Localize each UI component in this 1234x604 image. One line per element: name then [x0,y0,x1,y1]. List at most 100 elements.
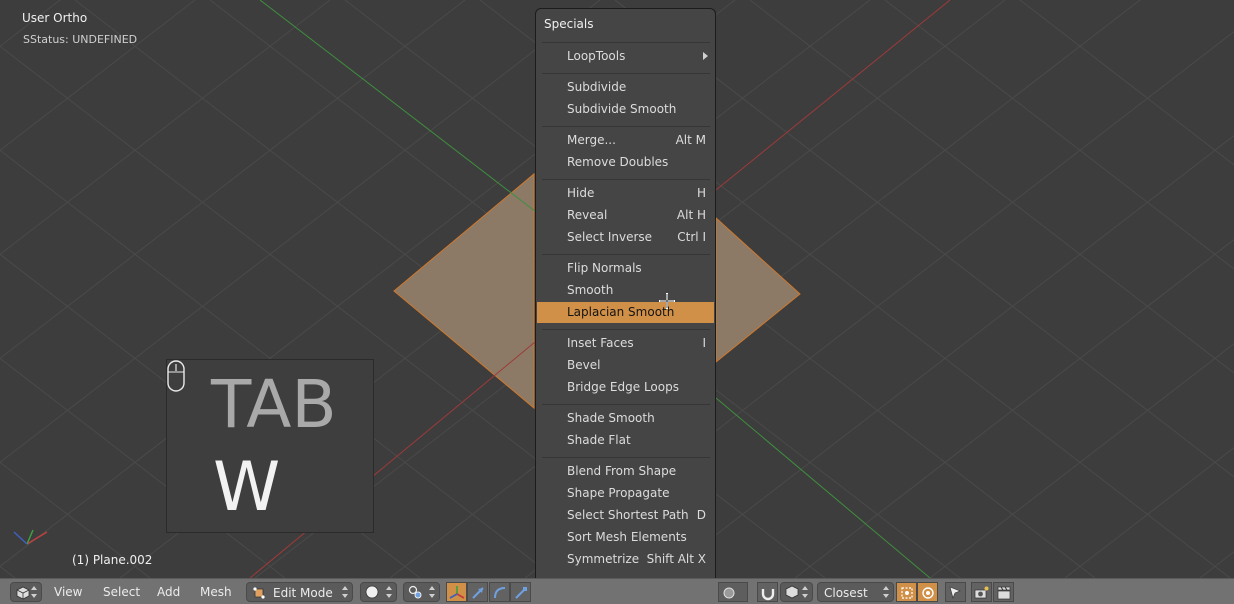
menu-mesh[interactable]: Mesh [200,582,232,602]
menu-item-looptools[interactable]: LoopTools [537,46,714,67]
scale-manipulator-button[interactable] [510,582,531,602]
submenu-arrow-icon [703,52,708,60]
specials-menu: Specials LoopTools Subdivide Subdivide S… [535,8,716,594]
menu-item-label: Subdivide Smooth [567,102,677,116]
select-icon [949,586,961,599]
menu-item-shortcut: Alt H [676,208,706,222]
menu-item-laplacian-smooth[interactable]: Laplacian Smooth [537,302,714,323]
snap-target-label: Closest [824,586,868,600]
menu-separator [542,329,710,330]
mode-selector[interactable]: Edit Mode [246,582,353,602]
object-name: (1) Plane.002 [72,553,153,567]
menu-item-label: Merge... [567,133,616,147]
key-w-label: W [213,448,281,527]
proportional-edit-button[interactable] [718,582,748,602]
menu-item-label: Bridge Edge Loops [567,380,679,394]
dropdown-arrows-icon [386,586,392,598]
rotate-manipulator-button[interactable] [489,582,510,602]
view-title: User Ortho [22,11,88,25]
dropdown-arrows-icon [883,586,889,598]
menu-item-shade-smooth[interactable]: Shade Smooth [537,408,714,429]
editor-type-selector[interactable] [10,582,42,602]
menu-select[interactable]: Select [103,582,140,602]
menu-item-label: Sort Mesh Elements [567,530,687,544]
mouse-icon [167,360,185,392]
snap-target-selector[interactable]: Closest [817,582,894,602]
translate-manipulator-button[interactable] [467,582,488,602]
menu-item-label: Subdivide [567,80,627,94]
dropdown-arrows-icon [342,586,348,598]
menu-item-shortcut: H [696,186,706,200]
menu-separator [542,254,710,255]
viewport-shading-selector[interactable] [360,582,397,602]
menu-item-select-inverse[interactable]: Select Inverse Ctrl I [537,227,714,248]
snap-option-button[interactable] [896,582,917,602]
menu-item-bevel[interactable]: Bevel [537,355,714,376]
menu-separator [542,179,710,180]
menu-item-flip-normals[interactable]: Flip Normals [537,258,714,279]
menu-item-shortcut: D [696,508,706,522]
menu-item-shortcut: Shift Alt X [646,552,706,566]
menu-item-shortcut: I [702,336,706,350]
menu-item-label: Shape Propagate [567,486,670,500]
menu-item-shortcut: Alt M [675,133,706,147]
menu-separator [542,404,710,405]
magnet-icon [761,589,775,601]
pivot-point-selector[interactable] [403,582,440,602]
menu-item-hide[interactable]: Hide H [537,183,714,204]
menu-separator [542,42,710,43]
menu-item-label: Inset Faces [567,336,634,350]
menu-view[interactable]: View [54,582,82,602]
dropdown-arrows-icon [429,586,435,598]
manipulator-toggle-button[interactable] [446,582,467,602]
menu-item-label: Remove Doubles [567,155,669,169]
snap-element-icon [785,585,799,599]
menu-item-bridge-edge-loops[interactable]: Bridge Edge Loops [537,377,714,398]
menu-item-remove-doubles[interactable]: Remove Doubles [537,152,714,173]
menu-separator [542,126,710,127]
viewport-header: View Select Add Mesh Edit Mode Closest [0,578,1234,604]
snap-target-icon [922,587,934,599]
menu-item-label: Bevel [567,358,601,372]
menu-item-label: LoopTools [567,49,626,63]
menu-item-subdivide-smooth[interactable]: Subdivide Smooth [537,99,714,120]
rotate-icon [494,587,506,599]
axis-gizmo-icon [13,529,48,545]
mode-label: Edit Mode [273,586,333,600]
menu-item-label: Symmetrize [567,552,640,566]
render-still-button[interactable] [971,582,992,602]
menu-item-label: Blend From Shape [567,464,677,478]
occlude-geometry-button[interactable] [945,582,966,602]
menu-title: Specials [544,17,594,31]
menu-item-merge[interactable]: Merge... Alt M [537,130,714,151]
menu-item-symmetrize[interactable]: Symmetrize Shift Alt X [537,549,714,570]
status-text: SStatus: UNDEFINED [23,33,138,46]
menu-item-subdivide[interactable]: Subdivide [537,77,714,98]
menu-item-label: Reveal [567,208,608,222]
y-axis-line-right [715,397,931,578]
camera-icon [974,586,989,599]
snap-element-selector[interactable] [780,582,813,602]
menu-item-label: Shade Smooth [567,411,655,425]
menu-item-sort-mesh-elements[interactable]: Sort Mesh Elements [537,527,714,548]
dropdown-arrows-icon [31,586,37,598]
menu-item-select-shortest-path[interactable]: Select Shortest Path D [537,505,714,526]
menu-item-label: Select Inverse [567,230,653,244]
menu-item-smooth[interactable]: Smooth [537,280,714,301]
snap-grid-icon [901,587,913,599]
menu-item-label: Flip Normals [567,261,642,275]
menu-item-reveal[interactable]: Reveal Alt H [537,205,714,226]
snap-toggle-button[interactable] [757,582,778,602]
clapperboard-icon [997,586,1011,600]
menu-item-label: Select Shortest Path [567,508,689,522]
menu-item-inset-faces[interactable]: Inset Faces I [537,333,714,354]
render-animation-button[interactable] [993,582,1014,602]
menu-separator [542,73,710,74]
menu-item-blend-from-shape[interactable]: Blend From Shape [537,461,714,482]
menu-add[interactable]: Add [157,582,180,602]
menu-item-shape-propagate[interactable]: Shape Propagate [537,483,714,504]
snap-rotate-button[interactable] [917,582,938,602]
cube-icon [16,586,30,600]
menu-item-shade-flat[interactable]: Shade Flat [537,430,714,451]
menu-item-shortcut: Ctrl I [677,230,706,244]
